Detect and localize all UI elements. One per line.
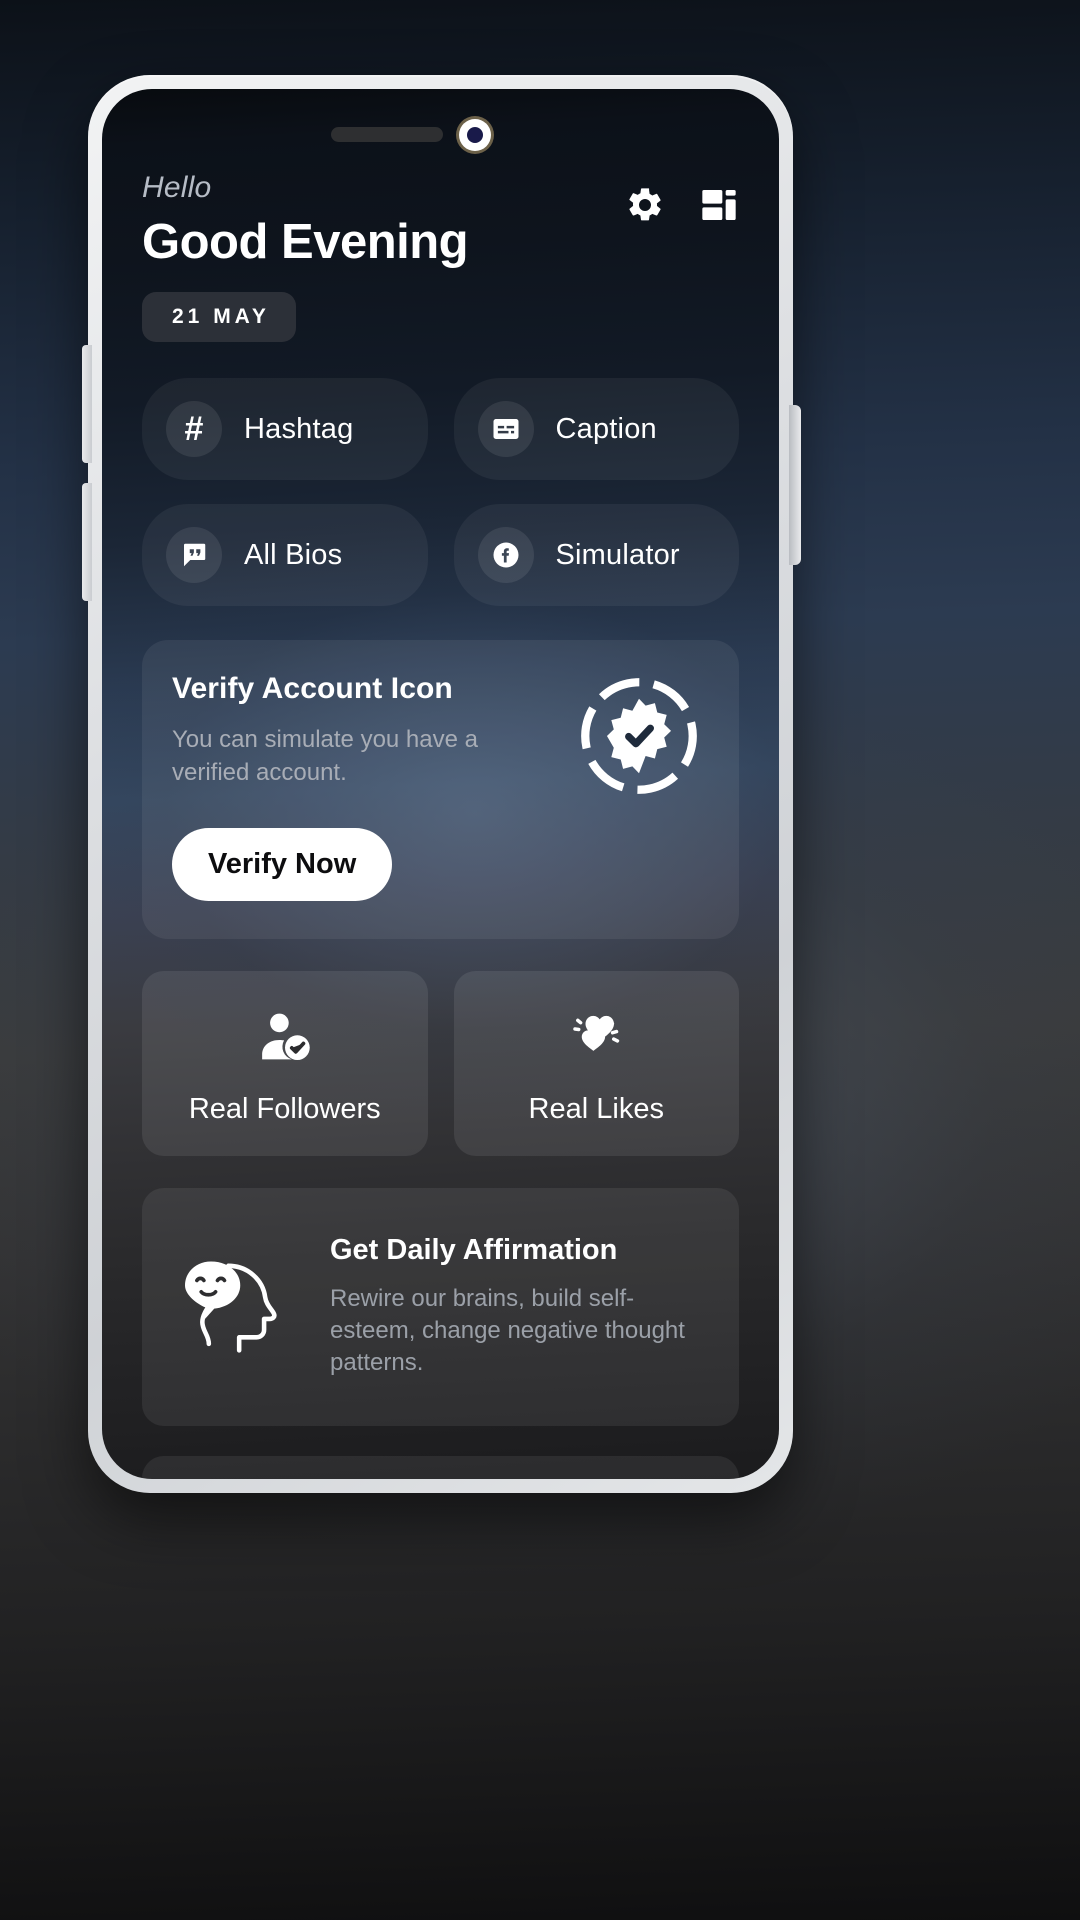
volume-down-button[interactable] [82,483,92,601]
caption-icon [477,401,534,458]
daily-affirmation-card[interactable]: Get Daily Affirmation Rewire our brains,… [142,1187,739,1426]
page-title: Good Evening [142,215,469,269]
hashtag-icon: # [166,401,222,458]
stats-grid: Real Followers Real Likes [142,970,739,1156]
wallpaper-background: Hello Good Evening 21 MAY # Hashtag Capt… [0,0,1080,1920]
affirmation-title: Get Daily Affirmation [330,1233,618,1266]
date-badge: 21 MAY [142,292,296,343]
greeting-block: Hello Good Evening [142,171,469,270]
settings-icon[interactable] [625,185,665,225]
quick-action-caption[interactable]: Caption [453,378,739,481]
affirmation-subtitle: Rewire our brains, build self-esteem, ch… [330,1284,685,1377]
app-content: Hello Good Evening 21 MAY # Hashtag Capt… [102,155,779,1479]
quick-action-simulator[interactable]: Simulator [453,504,739,607]
header-icon-group [625,171,739,225]
quick-action-label: Caption [555,412,657,445]
quick-action-all-bios[interactable]: All Bios [142,504,428,607]
phone-screen: Hello Good Evening 21 MAY # Hashtag Capt… [102,89,779,1479]
dashboard-icon[interactable] [699,185,739,225]
stat-card-real-likes[interactable]: Real Likes [453,970,739,1156]
user-check-icon [160,1005,410,1067]
facebook-icon [477,527,534,584]
verified-badge-icon [577,674,701,798]
stat-card-label: Real Followers [188,1092,381,1125]
quick-action-label: All Bios [244,538,343,571]
front-camera-icon [458,119,491,151]
verify-account-card[interactable]: Verify Account Icon You can simulate you… [142,640,739,939]
device-notch-row [102,113,779,155]
stat-card-label: Real Likes [528,1092,664,1125]
quick-action-label: Simulator [555,538,680,571]
greeting-small: Hello [142,171,212,204]
head-speech-bubble-icon [172,1242,302,1372]
affirmation-text-block: Get Daily Affirmation Rewire our brains,… [330,1234,709,1380]
quick-actions-grid: # Hashtag Caption All Bios Simulator [142,378,739,607]
bio-quote-icon [166,527,222,584]
quick-action-hashtag[interactable]: # Hashtag [142,378,428,481]
earpiece-speaker [330,127,443,142]
phone-device-frame: Hello Good Evening 21 MAY # Hashtag Capt… [82,75,801,1493]
volume-up-button[interactable] [82,345,92,463]
quick-action-label: Hashtag [244,412,354,445]
ai-hashtag-generator-card[interactable]: AI Hashtag Generator App helps you to ge… [142,1455,739,1479]
power-button[interactable] [789,405,801,565]
app-header: Hello Good Evening [142,155,739,270]
hearts-icon [472,1005,722,1067]
stat-card-real-followers[interactable]: Real Followers [142,970,428,1156]
verify-card-subtitle: You can simulate you have a verified acc… [172,726,478,787]
verify-now-button[interactable]: Verify Now [172,827,393,901]
